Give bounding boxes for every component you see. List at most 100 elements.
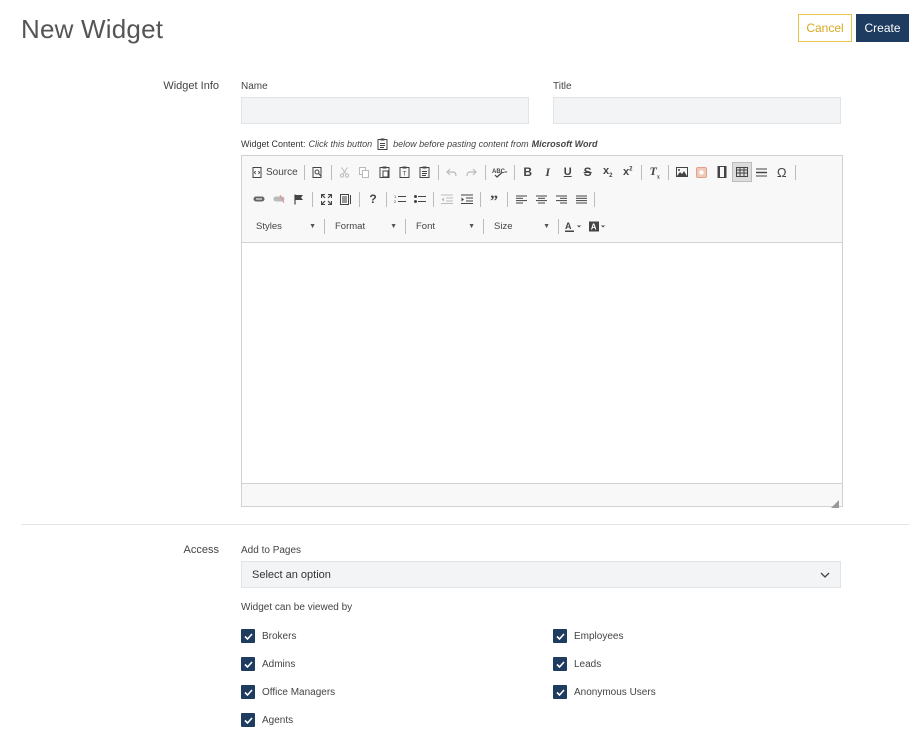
- styles-combo-label: Styles: [256, 220, 282, 232]
- checkbox-label: Leads: [574, 658, 602, 670]
- source-label: Source: [266, 166, 298, 178]
- hint-before: Click this button: [308, 139, 373, 149]
- checkbox-admins[interactable]: Admins: [241, 657, 295, 671]
- checkbox-agents[interactable]: Agents: [241, 713, 293, 727]
- checkmark-icon: [241, 629, 255, 643]
- title-input[interactable]: [553, 97, 841, 124]
- numbered-list-icon: 12: [394, 194, 406, 204]
- checkbox-office-managers[interactable]: Office Managers: [241, 685, 335, 699]
- preview-button[interactable]: [308, 162, 328, 182]
- text-color-button[interactable]: A: [562, 216, 586, 236]
- text-color-icon: A: [565, 221, 583, 232]
- align-center-button[interactable]: [531, 189, 551, 209]
- maximize-button[interactable]: [316, 189, 336, 209]
- table-button[interactable]: [731, 162, 752, 182]
- underline-button[interactable]: U: [558, 162, 578, 182]
- resize-handle-icon[interactable]: [831, 495, 839, 508]
- font-combo[interactable]: Font ▼: [409, 216, 480, 236]
- image-button[interactable]: [672, 162, 692, 182]
- checkbox-employees[interactable]: Employees: [553, 629, 623, 643]
- format-combo[interactable]: Format ▼: [328, 216, 402, 236]
- anchor-button[interactable]: [289, 189, 309, 209]
- checkmark-icon: [553, 657, 567, 671]
- justify-icon: [575, 195, 587, 204]
- align-right-button[interactable]: [551, 189, 571, 209]
- hr-button[interactable]: [752, 162, 772, 182]
- anchor-icon: [294, 194, 304, 205]
- widget-content-hint: Widget Content: Click this button below …: [241, 138, 598, 150]
- strike-icon: S: [583, 165, 592, 179]
- italic-icon: I: [545, 164, 551, 179]
- editor-status-bar: [242, 483, 842, 508]
- bold-button[interactable]: B: [518, 162, 538, 182]
- paste-word-button[interactable]: [415, 162, 435, 182]
- italic-button[interactable]: I: [538, 162, 558, 182]
- checkbox-anonymous-users[interactable]: Anonymous Users: [553, 685, 656, 699]
- size-combo[interactable]: Size ▼: [487, 216, 555, 236]
- maximize-icon: [320, 193, 332, 205]
- iframe-button[interactable]: [712, 162, 732, 182]
- undo-button[interactable]: [442, 162, 462, 182]
- styles-combo-arrow-icon: ▼: [309, 222, 316, 230]
- unlink-button[interactable]: [269, 189, 289, 209]
- align-left-button[interactable]: [511, 189, 531, 209]
- checkmark-icon: [241, 685, 255, 699]
- bulleted-list-button[interactable]: [410, 189, 430, 209]
- format-combo-label: Format: [335, 220, 366, 232]
- special-char-icon: Ω: [776, 164, 787, 180]
- superscript-button[interactable]: x2: [618, 162, 638, 182]
- show-blocks-button[interactable]: [336, 189, 356, 209]
- outdent-button[interactable]: [437, 189, 457, 209]
- name-input[interactable]: [241, 97, 529, 124]
- unlink-icon: [273, 195, 285, 203]
- cut-button[interactable]: [335, 162, 355, 182]
- title-label: Title: [553, 81, 572, 92]
- create-button[interactable]: Create: [856, 14, 909, 42]
- paste-text-button[interactable]: T: [395, 162, 415, 182]
- strike-button[interactable]: S: [578, 162, 598, 182]
- bg-color-button[interactable]: A: [586, 216, 610, 236]
- flash-icon: [696, 166, 708, 178]
- source-button[interactable]: Source: [249, 162, 301, 182]
- checkbox-label: Anonymous Users: [574, 686, 656, 698]
- table-icon: [735, 167, 748, 177]
- spellcheck-button[interactable]: ABC: [489, 162, 511, 182]
- page-title: New Widget: [21, 14, 164, 44]
- indent-icon: [461, 194, 473, 204]
- remove-format-icon: Tx: [649, 163, 660, 181]
- add-to-pages-select[interactable]: Select an option: [241, 561, 841, 588]
- hint-after: below before pasting content from: [393, 139, 529, 149]
- about-button[interactable]: ?: [363, 189, 383, 209]
- format-combo-arrow-icon: ▼: [390, 222, 397, 230]
- paste-word-icon: [419, 166, 430, 178]
- paste-button[interactable]: [375, 162, 395, 182]
- link-icon: [253, 196, 265, 202]
- remove-format-button[interactable]: Tx: [645, 162, 665, 182]
- flash-button[interactable]: [692, 162, 712, 182]
- widget-content-label: Widget Content:: [241, 139, 306, 149]
- editor-content-area[interactable]: [242, 243, 842, 483]
- redo-button[interactable]: [462, 162, 482, 182]
- justify-button[interactable]: [571, 189, 591, 209]
- name-label: Name: [241, 81, 268, 92]
- bold-icon: B: [523, 165, 533, 179]
- checkbox-brokers[interactable]: Brokers: [241, 629, 296, 643]
- special-char-button[interactable]: Ω: [772, 162, 792, 182]
- checkbox-label: Employees: [574, 630, 624, 642]
- link-button[interactable]: [249, 189, 269, 209]
- blockquote-button[interactable]: ”: [484, 189, 504, 210]
- numbered-list-button[interactable]: 12: [390, 189, 410, 209]
- checkmark-icon: [553, 629, 567, 643]
- subscript-button[interactable]: x2: [598, 162, 618, 182]
- checkbox-leads[interactable]: Leads: [553, 657, 601, 671]
- styles-combo[interactable]: Styles ▼: [249, 216, 321, 236]
- size-combo-label: Size: [494, 220, 513, 232]
- copy-button[interactable]: [355, 162, 375, 182]
- checkbox-label: Brokers: [262, 630, 297, 642]
- checkmark-icon: [241, 657, 255, 671]
- cancel-button[interactable]: Cancel: [798, 14, 852, 42]
- align-left-icon: [515, 195, 527, 204]
- add-to-pages-value: Select an option: [252, 568, 331, 581]
- indent-button[interactable]: [457, 189, 477, 209]
- chevron-down-icon: [820, 569, 830, 581]
